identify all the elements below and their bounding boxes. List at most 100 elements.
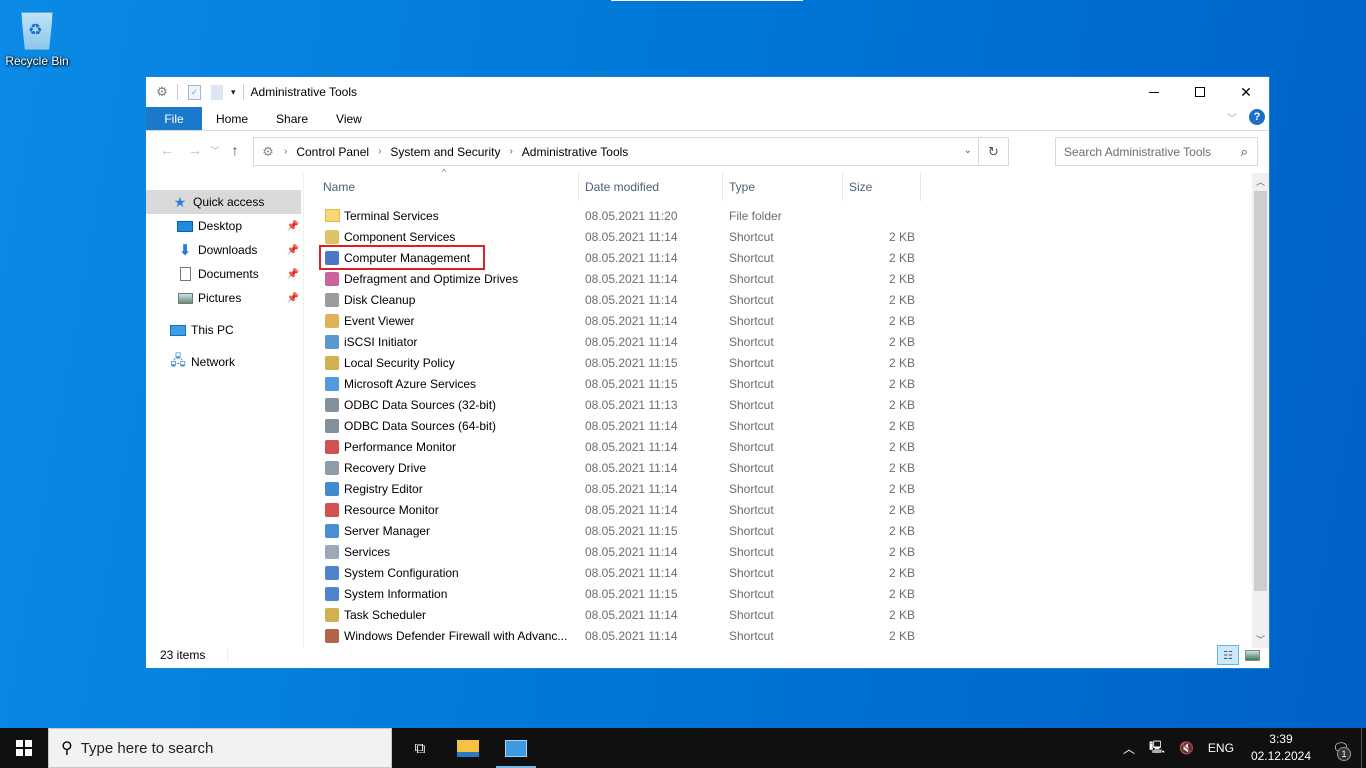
file-name-cell[interactable]: System Configuration — [324, 562, 459, 583]
file-row[interactable]: Microsoft Azure Services 08.05.2021 11:15… — [304, 373, 1269, 394]
file-row[interactable]: Defragment and Optimize Drives 08.05.2021… — [304, 268, 1269, 289]
tab-file[interactable]: File — [146, 107, 202, 130]
file-name-cell[interactable]: Event Viewer — [324, 310, 414, 331]
action-center-button[interactable]: 🗨 1 — [1321, 728, 1361, 768]
tab-home[interactable]: Home — [202, 107, 262, 130]
start-button[interactable] — [0, 728, 48, 768]
file-row[interactable]: Component Services 08.05.2021 11:14 Shortc… — [304, 226, 1269, 247]
file-name-cell[interactable]: Computer Management — [324, 247, 470, 268]
search-icon[interactable]: ⌕ — [1241, 144, 1248, 160]
vertical-scrollbar[interactable]: ︿ ﹀ — [1252, 173, 1269, 648]
file-row[interactable]: Recovery Drive 08.05.2021 11:14 Shortcut 2 … — [304, 457, 1269, 478]
file-name-cell[interactable]: Disk Cleanup — [324, 289, 415, 310]
file-row[interactable]: iSCSI Initiator 08.05.2021 11:14 Shortcut 2… — [304, 331, 1269, 352]
file-row[interactable]: Services 08.05.2021 11:14 Shortcut 2 KB — [304, 541, 1269, 562]
file-name-cell[interactable]: Performance Monitor — [324, 436, 456, 457]
file-row[interactable]: Local Security Policy 08.05.2021 11:15 Sho… — [304, 352, 1269, 373]
show-hidden-icons-chevron-icon[interactable]: ︿ — [1116, 740, 1142, 757]
file-row[interactable]: Resource Monitor 08.05.2021 11:14 Shortcut… — [304, 499, 1269, 520]
file-row[interactable]: Registry Editor 08.05.2021 11:14 Shortcut 2… — [304, 478, 1269, 499]
file-name-cell[interactable]: Server Manager — [324, 520, 430, 541]
file-name-cell[interactable]: Registry Editor — [324, 478, 423, 499]
sidebar-item-this-pc[interactable]: This PC — [146, 318, 303, 342]
scroll-up-icon[interactable]: ︿ — [1252, 173, 1269, 190]
breadcrumb-control-panel[interactable]: Control Panel — [293, 145, 372, 159]
pin-icon[interactable]: 📌 — [287, 269, 299, 280]
column-header-type[interactable]: Type — [722, 173, 842, 201]
file-row[interactable]: ODBC Data Sources (64-bit) 08.05.2021 11:… — [304, 415, 1269, 436]
task-view-button[interactable]: ⧉ — [396, 728, 444, 768]
sidebar-item-network[interactable]: 🖧 Network — [146, 350, 303, 374]
file-row[interactable]: Event Viewer 08.05.2021 11:14 Shortcut 2 KB — [304, 310, 1269, 331]
maximize-button[interactable] — [1177, 77, 1223, 107]
sidebar-item-desktop[interactable]: Desktop 📌 — [146, 214, 303, 238]
minimize-button[interactable] — [1131, 77, 1177, 107]
file-name-cell[interactable]: Local Security Policy — [324, 352, 455, 373]
file-explorer-taskbar-button[interactable] — [444, 728, 492, 768]
pin-icon[interactable]: 📌 — [287, 221, 299, 232]
file-name-cell[interactable]: iSCSI Initiator — [324, 331, 417, 352]
new-folder-icon[interactable] — [211, 84, 223, 100]
file-row[interactable]: Task Scheduler 08.05.2021 11:14 Shortcut 2 … — [304, 604, 1269, 625]
breadcrumb-admin-tools[interactable]: Administrative Tools — [519, 145, 632, 159]
help-icon[interactable]: ? — [1249, 109, 1265, 125]
clock[interactable]: 3:39 02.12.2024 — [1241, 731, 1321, 765]
pin-icon[interactable]: 📌 — [287, 245, 299, 256]
column-header-name[interactable]: Name — [317, 173, 577, 201]
taskbar-search-input[interactable] — [80, 739, 371, 757]
file-name-cell[interactable]: ODBC Data Sources (64-bit) — [324, 415, 496, 436]
language-indicator[interactable]: ENG — [1201, 741, 1241, 755]
file-row[interactable]: Server Manager 08.05.2021 11:15 Shortcut 2 … — [304, 520, 1269, 541]
file-name-cell[interactable]: Terminal Services — [324, 205, 439, 226]
file-row[interactable]: System Information 08.05.2021 11:15 Shortc… — [304, 583, 1269, 604]
tab-share[interactable]: Share — [262, 107, 322, 130]
file-row[interactable]: Computer Management 08.05.2021 11:14 Short… — [304, 245, 1269, 270]
file-row[interactable]: System Configuration 08.05.2021 11:14 Shor… — [304, 562, 1269, 583]
large-icons-view-button[interactable] — [1241, 645, 1263, 665]
file-name-cell[interactable]: Component Services — [324, 226, 455, 247]
sidebar-item-quick-access[interactable]: ★ Quick access — [146, 190, 301, 214]
recent-locations-icon[interactable]: ﹀ — [206, 144, 224, 157]
scrollbar-thumb[interactable] — [1254, 191, 1267, 591]
breadcrumb-chevron-icon[interactable]: › — [503, 146, 518, 157]
close-button[interactable]: ✕ — [1223, 77, 1269, 107]
address-bar[interactable]: ⚙ › Control Panel › System and Security … — [253, 137, 1009, 166]
properties-icon[interactable]: ✓ — [188, 84, 201, 100]
up-arrow-icon[interactable]: ↑ — [224, 142, 246, 158]
refresh-icon[interactable]: ↻ — [978, 138, 1008, 165]
file-row[interactable]: Disk Cleanup 08.05.2021 11:14 Shortcut 2 KB — [304, 289, 1269, 310]
breadcrumb-system-security[interactable]: System and Security — [387, 145, 503, 159]
file-name-cell[interactable]: Recovery Drive — [324, 457, 426, 478]
file-name-cell[interactable]: Resource Monitor — [324, 499, 439, 520]
volume-muted-icon[interactable]: 🔇 — [1172, 741, 1201, 755]
file-name-cell[interactable]: Task Scheduler — [324, 604, 426, 625]
column-header-size[interactable]: Size — [842, 173, 921, 201]
control-panel-taskbar-button[interactable] — [492, 728, 540, 768]
network-status-icon[interactable]: 🖳 — [1142, 738, 1172, 759]
column-header-date-modified[interactable]: Date modified — [578, 173, 722, 201]
file-row[interactable]: Terminal Services 08.05.2021 11:20 File fo… — [304, 205, 1269, 226]
pin-icon[interactable]: 📌 — [287, 293, 299, 304]
forward-arrow-icon[interactable]: → — [184, 142, 206, 158]
sidebar-item-pictures[interactable]: Pictures 📌 — [146, 286, 303, 310]
file-row[interactable]: Performance Monitor 08.05.2021 11:14 Short… — [304, 436, 1269, 457]
sidebar-item-documents[interactable]: Documents 📌 — [146, 262, 303, 286]
show-desktop-button[interactable] — [1361, 728, 1366, 768]
desktop-icon-recycle-bin[interactable]: ♻ Recycle Bin — [4, 8, 70, 68]
file-name-cell[interactable]: Microsoft Azure Services — [324, 373, 476, 394]
search-box[interactable]: ⌕ — [1055, 137, 1258, 166]
file-name-cell[interactable]: Defragment and Optimize Drives — [324, 268, 518, 289]
breadcrumb-chevron-icon[interactable]: › — [278, 146, 293, 157]
details-view-button[interactable]: ☷ — [1217, 645, 1239, 665]
customize-toolbar-dropdown-icon[interactable]: ▾ — [231, 87, 236, 98]
tab-view[interactable]: View — [322, 107, 376, 130]
sidebar-item-downloads[interactable]: ⬇ Downloads 📌 — [146, 238, 303, 262]
file-name-cell[interactable]: System Information — [324, 583, 447, 604]
back-arrow-icon[interactable]: ← — [156, 142, 178, 158]
file-name-cell[interactable]: Services — [324, 541, 390, 562]
file-name-cell[interactable]: ODBC Data Sources (32-bit) — [324, 394, 496, 415]
breadcrumb-chevron-icon[interactable]: › — [372, 146, 387, 157]
search-input[interactable] — [1064, 144, 1224, 159]
taskbar-search-box[interactable]: ⚲ — [48, 728, 392, 768]
expand-ribbon-icon[interactable]: ﹀ — [1227, 110, 1237, 125]
